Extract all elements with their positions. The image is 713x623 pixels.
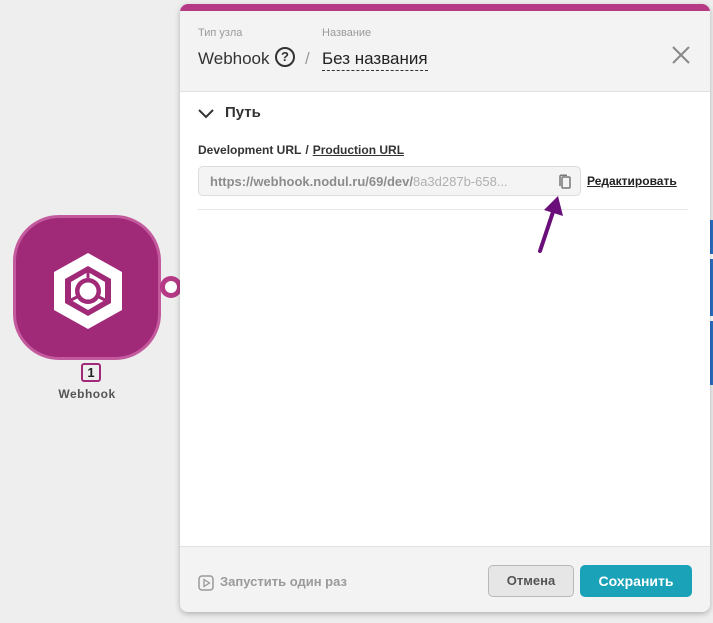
annotation-arrow-icon (538, 196, 563, 253)
close-icon[interactable] (670, 44, 692, 66)
save-button[interactable]: Сохранить (580, 565, 692, 597)
webhook-url-field[interactable]: https://webhook.nodul.ru/69/dev/8a3d287b… (198, 166, 581, 196)
webhook-url-text: https://webhook.nodul.ru/69/dev/8a3d287b… (210, 174, 550, 189)
edit-url-link[interactable]: Редактировать (587, 174, 677, 188)
panel-accent-bar (180, 4, 710, 11)
node-name-caption: Название (322, 27, 372, 39)
copy-icon[interactable] (557, 174, 573, 190)
node-number-badge: 1 (81, 363, 101, 382)
url-tabs: Development URL / Production URL (198, 143, 404, 157)
play-icon (198, 575, 214, 591)
node-output-port[interactable] (160, 276, 182, 298)
webhook-url-base: https://webhook.nodul.ru/69/dev/ (210, 174, 413, 189)
url-tabs-separator: / (305, 143, 309, 157)
help-circle-icon[interactable]: ? (275, 47, 295, 67)
webhook-hex-icon (54, 253, 122, 329)
webhook-node[interactable] (13, 215, 182, 360)
section-divider (198, 209, 688, 210)
node-settings-panel: Тип узла Webhook ? / Название Без назван… (180, 4, 710, 612)
section-title: Путь (225, 104, 261, 121)
tab-production-url[interactable]: Production URL (313, 143, 404, 157)
node-body[interactable] (13, 215, 161, 360)
cancel-button[interactable]: Отмена (488, 565, 574, 597)
chevron-down-icon (198, 109, 214, 119)
header-separator: / (305, 49, 310, 68)
panel-footer: Запустить один раз Отмена Сохранить (180, 546, 710, 612)
node-type-caption: Тип узла (198, 27, 243, 39)
webhook-url-hash: 8a3d287b-658... (412, 174, 508, 189)
node-type-value: Webhook (198, 49, 270, 68)
node-name-field[interactable]: Без названия (322, 49, 428, 71)
panel-header: Тип узла Webhook ? / Название Без назван… (180, 11, 710, 92)
run-once-label: Запустить один раз (220, 574, 347, 589)
node-label: Webhook (58, 387, 116, 401)
tab-development-url[interactable]: Development URL (198, 143, 301, 157)
